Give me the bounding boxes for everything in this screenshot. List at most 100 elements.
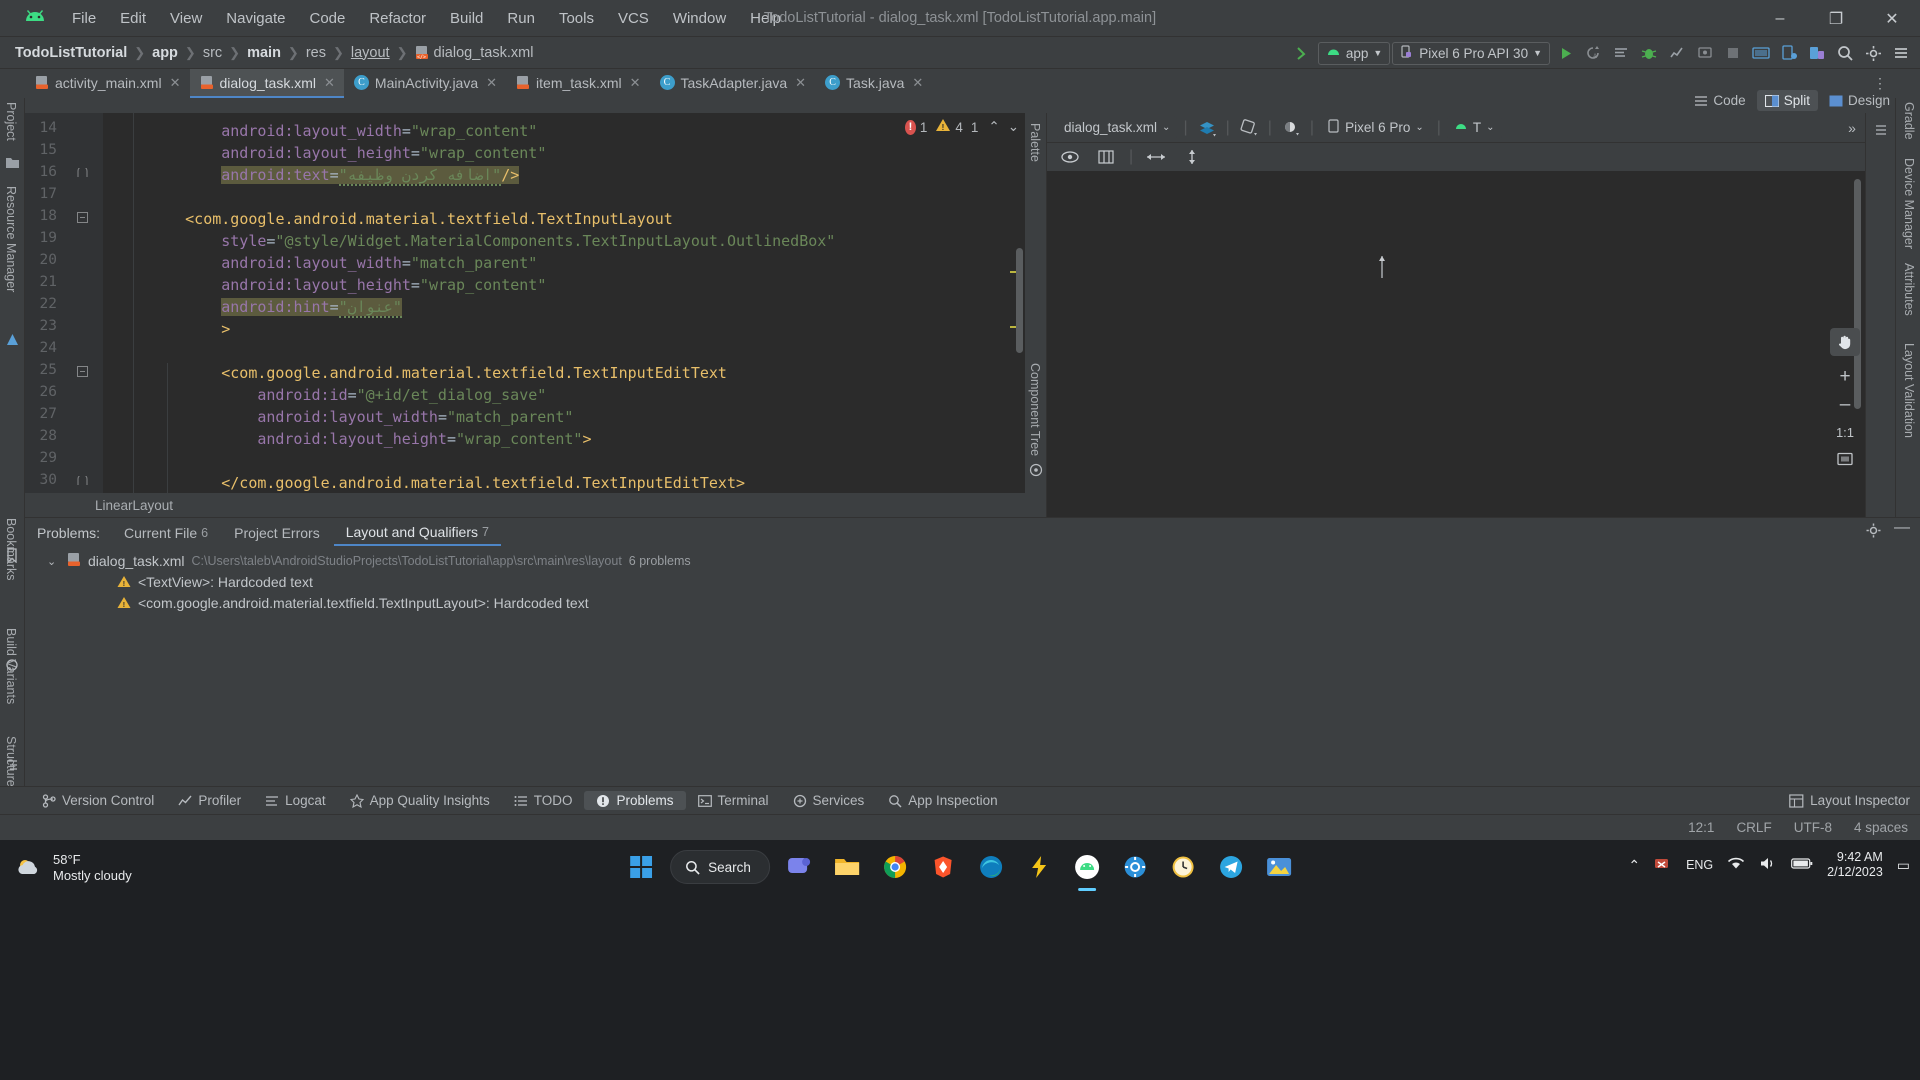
code-line[interactable]: </com.google.android.material.textfield.…	[221, 472, 745, 493]
preview-device-selector[interactable]: Pixel 6 Pro ⌄	[1320, 116, 1431, 139]
code-line[interactable]: android:layout_height="wrap_content">	[257, 428, 591, 450]
preview-file-selector[interactable]: dialog_task.xml ⌄	[1057, 116, 1178, 139]
close-tab-icon[interactable]: ✕	[324, 75, 335, 91]
menu-item-window[interactable]: Window	[661, 6, 738, 31]
close-tab-icon[interactable]: ✕	[170, 75, 181, 91]
problems-tab-layout-and-qualifiers[interactable]: Layout and Qualifiers 7	[333, 520, 501, 546]
code-line[interactable]: android:layout_height="wrap_content"	[221, 142, 546, 164]
design-surface-icon[interactable]	[1194, 115, 1220, 141]
breadcrumb-src[interactable]: src	[198, 45, 227, 61]
resource-manager-icon[interactable]	[5, 333, 20, 348]
problem-item-1[interactable]: ! <TextView>: Hardcoded text	[25, 571, 1920, 592]
breadcrumb-res[interactable]: res	[301, 45, 331, 61]
notification-center-icon[interactable]: ▭	[1897, 857, 1910, 874]
run-button[interactable]	[1552, 40, 1578, 66]
close-tab-icon[interactable]: ✕	[630, 75, 641, 91]
preview-pan-tool[interactable]	[1830, 328, 1860, 356]
fold-expand-icon[interactable]	[77, 212, 89, 224]
problems-tab-project-errors[interactable]: Project Errors	[222, 521, 332, 545]
breadcrumb-project[interactable]: TodoListTutorial	[10, 45, 132, 61]
weather-widget[interactable]: 58°F Mostly cloudy	[14, 852, 132, 884]
settings-gear-icon[interactable]	[1860, 40, 1886, 66]
tool-window-layout-inspector[interactable]: Layout Inspector	[1789, 793, 1910, 808]
tool-window-profiler[interactable]: Profiler	[166, 791, 253, 810]
code-editor[interactable]: 14 15 16 17 18 19 20 21 22 23 24 25 26 27 28 29 30 andro…	[25, 113, 1025, 493]
telegram-app-button[interactable]	[1212, 848, 1250, 886]
code-line[interactable]: <com.google.android.material.textfield.T…	[185, 208, 673, 230]
preview-vertical-constraint-icon[interactable]	[1179, 144, 1205, 170]
volume-icon[interactable]	[1759, 856, 1777, 874]
menu-item-help[interactable]: Help	[738, 6, 793, 31]
tool-window-problems[interactable]: Problems	[584, 791, 686, 810]
menu-item-run[interactable]: Run	[495, 6, 547, 31]
fold-expand-icon[interactable]	[77, 366, 89, 378]
taskbar-search[interactable]: Search	[670, 850, 770, 884]
tool-window-terminal[interactable]: Terminal	[686, 791, 781, 810]
editor-gutter[interactable]: 14 15 16 17 18 19 20 21 22 23 24 25 26 27 28 29 30	[25, 113, 103, 493]
problem-item-2[interactable]: ! <com.google.android.material.textfield…	[25, 592, 1920, 613]
mode-code[interactable]: Code	[1686, 90, 1753, 111]
preview-zoom-fit-button[interactable]	[1830, 445, 1860, 473]
tool-window-attributes[interactable]: Attributes	[1902, 263, 1916, 316]
tab-taskadapter-java[interactable]: C TaskAdapter.java ✕	[650, 69, 816, 98]
palette-strip[interactable]: Palette Component Tree	[1025, 113, 1047, 517]
breadcrumb-layout[interactable]: layout	[346, 45, 395, 61]
tool-window-gradle[interactable]: Gradle	[1902, 102, 1916, 140]
tool-window-build-variants[interactable]: Build Variants	[4, 628, 18, 704]
tool-window-device-manager[interactable]: Device Manager	[1902, 158, 1916, 249]
theme-icon[interactable]	[1278, 115, 1304, 141]
brave-app-button[interactable]	[924, 848, 962, 886]
caret-position[interactable]: 12:1	[1688, 820, 1714, 835]
problems-tab-current-file[interactable]: Current File 6	[112, 521, 220, 545]
hamburger-menu-icon[interactable]	[1888, 40, 1914, 66]
code-line[interactable]: android:hint="عنوان"	[221, 296, 402, 318]
line-separator[interactable]: CRLF	[1736, 820, 1771, 835]
tray-expand-icon[interactable]: ⌃	[1628, 857, 1640, 874]
tool-window-project[interactable]: Project	[4, 102, 18, 141]
tab-item-task-xml[interactable]: item_task.xml ✕	[506, 69, 649, 98]
menu-item-navigate[interactable]: Navigate	[214, 6, 297, 31]
tool-window-todo[interactable]: TODO	[502, 791, 585, 810]
file-encoding[interactable]: UTF-8	[1794, 820, 1832, 835]
tool-window-version-control[interactable]: Version Control	[30, 791, 166, 810]
breadcrumb-main[interactable]: main	[242, 45, 286, 61]
menu-item-tools[interactable]: Tools	[547, 6, 606, 31]
tab-task-java[interactable]: C Task.java ✕	[815, 69, 932, 98]
device-selector[interactable]: Pixel 6 Pro API 30 ▼	[1392, 41, 1550, 65]
prev-problem-icon[interactable]: ⌃	[988, 119, 999, 135]
file-explorer-button[interactable]	[828, 848, 866, 886]
sdk-manager-icon[interactable]	[1748, 40, 1774, 66]
run-configuration-selector[interactable]: app ▼	[1317, 41, 1391, 65]
menu-item-build[interactable]: Build	[438, 6, 495, 31]
profile-button[interactable]	[1664, 40, 1690, 66]
problems-tree[interactable]: ⌄ dialog_task.xml C:\Users\taleb\Android…	[25, 550, 1920, 786]
minimize-button[interactable]: –	[1752, 0, 1808, 37]
preview-canvas[interactable]	[1047, 171, 1865, 517]
preview-expand-icon[interactable]: »	[1839, 115, 1865, 141]
code-line[interactable]: style="@style/Widget.MaterialComponents.…	[221, 230, 835, 252]
component-tree-icon[interactable]	[1029, 463, 1044, 478]
taskbar-clock[interactable]: 9:42 AM 2/12/2023	[1827, 850, 1883, 880]
clock-app-button[interactable]	[1164, 848, 1202, 886]
device-manager-icon[interactable]	[1804, 40, 1830, 66]
apply-code-changes-icon[interactable]	[1608, 40, 1634, 66]
debug-button[interactable]	[1636, 40, 1662, 66]
code-line[interactable]: android:layout_width="match_parent"	[221, 252, 537, 274]
settings-app-button[interactable]	[1116, 848, 1154, 886]
menu-item-refactor[interactable]: Refactor	[357, 6, 438, 31]
teams-app-button[interactable]	[780, 848, 818, 886]
problems-settings-icon[interactable]	[1865, 522, 1882, 542]
chrome-app-button[interactable]	[876, 848, 914, 886]
indent-setting[interactable]: 4 spaces	[1854, 820, 1908, 835]
tray-alert-icon[interactable]	[1654, 856, 1672, 875]
language-indicator[interactable]: ENG	[1686, 858, 1713, 872]
code-line[interactable]: android:layout_width="wrap_content"	[221, 120, 537, 142]
preview-zoom-actual-button[interactable]: 1:1	[1830, 418, 1860, 446]
editor-code-area[interactable]: android:layout_width="wrap_content" andro…	[103, 113, 1025, 493]
tool-window-app-inspection[interactable]: App Inspection	[876, 791, 1009, 810]
tab-activity-main-xml[interactable]: activity_main.xml ✕	[25, 69, 190, 98]
tool-window-resource-manager[interactable]: Resource Manager	[4, 186, 18, 292]
inspection-widget[interactable]: ! 1 ! 4 1 ⌃ ⌄	[905, 113, 1025, 141]
code-line[interactable]: >	[221, 318, 230, 340]
preview-columns-icon[interactable]	[1093, 144, 1119, 170]
